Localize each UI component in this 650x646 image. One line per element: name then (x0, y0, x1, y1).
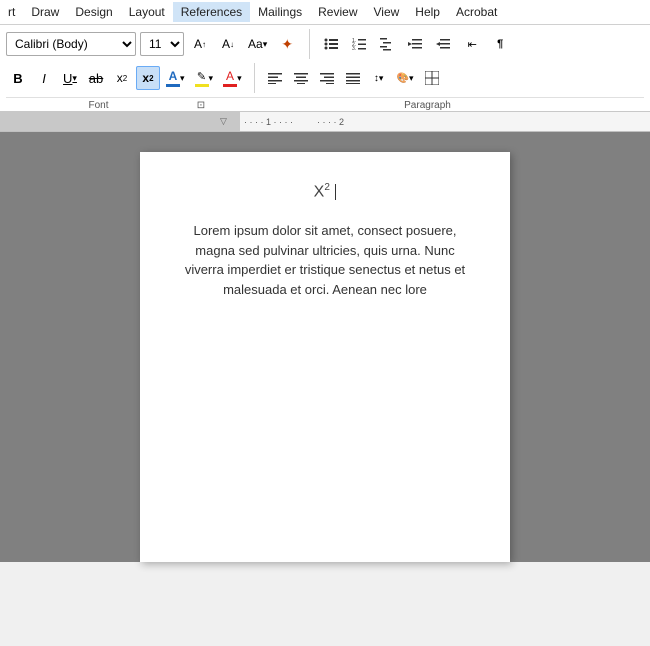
menu-item-rt[interactable]: rt (0, 2, 23, 22)
font-section: B I U▾ ab x2 x2 A ▾ ✎ ▾ (6, 66, 246, 90)
ruler: ▽ · · · · 1 · · · · · · · · 2 (0, 112, 650, 132)
font-label: Font (6, 100, 191, 111)
menu-item-mailings[interactable]: Mailings (250, 2, 310, 22)
menu-item-design[interactable]: Design (67, 2, 120, 22)
menu-item-help[interactable]: Help (407, 2, 448, 22)
borders-btn[interactable] (420, 66, 444, 90)
paragraph-section: ↕▾ 🎨▾ (263, 66, 444, 90)
strikethrough-btn[interactable]: ab (84, 66, 108, 90)
ribbon: Calibri (Body) Arial Times New Roman 11 … (0, 25, 650, 112)
font-size-select[interactable]: 11 10 12 14 (140, 32, 184, 56)
align-center-btn[interactable] (289, 66, 313, 90)
svg-text:3.: 3. (352, 46, 356, 51)
ruler-right: · · · · 1 · · · · · · · · 2 (240, 112, 650, 131)
justify-btn[interactable] (341, 66, 365, 90)
font-expand-icon[interactable]: ⊡ (191, 100, 211, 111)
multilevel-list-btn[interactable] (376, 32, 400, 56)
menu-item-review[interactable]: Review (310, 2, 365, 22)
clear-format-btn[interactable]: ✦ (275, 32, 299, 56)
bold-btn[interactable]: B (6, 66, 30, 90)
paragraph-label: Paragraph (211, 100, 644, 111)
font-name-select[interactable]: Calibri (Body) Arial Times New Roman (6, 32, 136, 56)
lorem-text: Lorem ipsum dolor sit amet, consect posu… (180, 221, 470, 299)
underline-btn[interactable]: U▾ (58, 66, 82, 90)
ruler-mark-2: · · · · 2 (317, 117, 344, 127)
italic-btn[interactable]: I (32, 66, 56, 90)
text-cursor (335, 184, 336, 200)
ruler-left: ▽ (0, 112, 240, 131)
decrease-indent-btn[interactable] (404, 32, 428, 56)
ribbon-labels: Font ⊡ Paragraph (6, 97, 644, 111)
ribbon-divider-2 (254, 63, 255, 93)
change-case-btn[interactable]: Aa▾ (244, 32, 271, 56)
font-color2-btn[interactable]: A ▾ (219, 66, 246, 90)
increase-font-btn[interactable]: A↑ (188, 32, 212, 56)
menu-item-acrobat[interactable]: Acrobat (448, 2, 505, 22)
highlight-color-btn[interactable]: ✎ ▾ (191, 66, 218, 90)
increase-indent-btn[interactable] (432, 32, 456, 56)
menu-item-draw[interactable]: Draw (23, 2, 67, 22)
show-hide-btn[interactable]: ¶ (488, 32, 512, 56)
rtl-btn[interactable]: ⇤ (460, 32, 484, 56)
menu-item-references[interactable]: References (173, 2, 250, 22)
bullets-btn[interactable] (320, 32, 344, 56)
align-left-btn[interactable] (263, 66, 287, 90)
menu-item-layout[interactable]: Layout (121, 2, 173, 22)
page-area: X2 Lorem ipsum dolor sit amet, consect p… (0, 132, 650, 562)
x2-text: X2 (180, 182, 470, 201)
subscript-btn[interactable]: x2 (110, 66, 134, 90)
menu-bar: rt Draw Design Layout References Mailing… (0, 0, 650, 25)
numbering-btn[interactable]: 1.2.3. (348, 32, 372, 56)
align-right-btn[interactable] (315, 66, 339, 90)
document-page: X2 Lorem ipsum dolor sit amet, consect p… (140, 152, 510, 562)
decrease-font-btn[interactable]: A↓ (216, 32, 240, 56)
superscript-btn[interactable]: x2 (136, 66, 160, 90)
menu-item-view[interactable]: View (366, 2, 408, 22)
font-color-btn[interactable]: A ▾ (162, 66, 189, 90)
line-spacing-btn[interactable]: ↕▾ (367, 66, 391, 90)
shading-btn[interactable]: 🎨▾ (393, 66, 418, 90)
ribbon-divider-1 (309, 29, 310, 59)
ruler-mark-1: · · · · 1 · · · · (244, 117, 293, 127)
